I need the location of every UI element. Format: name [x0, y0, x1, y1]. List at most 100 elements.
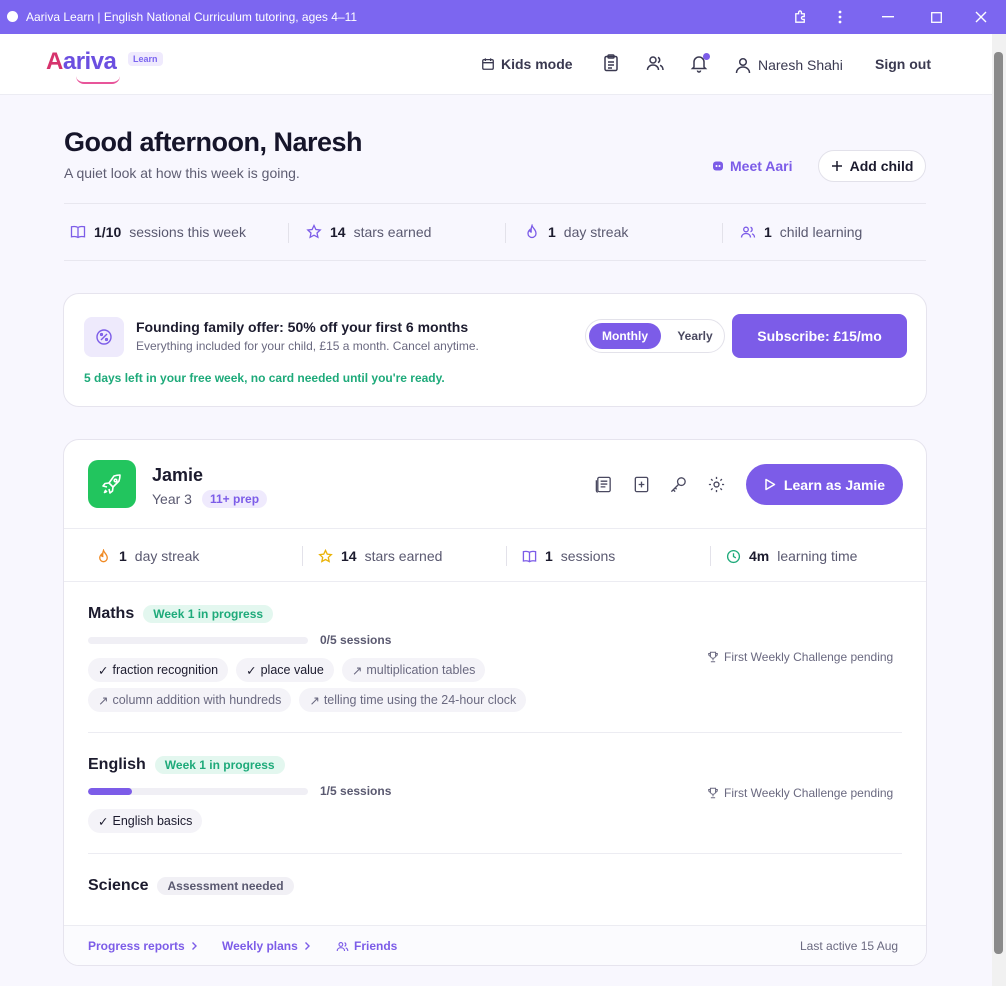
clock-icon [726, 549, 741, 563]
subscribe-button[interactable]: Subscribe: £15/mo [732, 314, 907, 358]
settings-gear-icon[interactable] [707, 475, 727, 495]
app-favicon-icon [7, 11, 18, 22]
english-progress-bar [88, 788, 308, 795]
window-title: Aariva Learn | English National Curricul… [26, 10, 358, 24]
subject-english-status: Week 1 in progress [154, 756, 285, 774]
child-card-footer: Progress reports Weekly plans Friends La… [64, 925, 926, 965]
english-topics-row: ✓ English basics [88, 809, 203, 833]
child-stat-stars-value: 14 [341, 548, 357, 564]
billing-period-toggle[interactable]: Monthly Yearly [585, 319, 725, 353]
topic-chip: ↗ telling time using the 24-hour clock [299, 688, 527, 712]
toggle-yearly[interactable]: Yearly [670, 323, 720, 349]
kids-mode-button[interactable]: Kids mode [481, 56, 573, 72]
report-icon[interactable] [594, 475, 614, 495]
stat-streak: 1 day streak [524, 224, 628, 240]
stat-divider [710, 546, 711, 566]
star-icon [306, 224, 322, 239]
stat-sessions-value: 1/10 [94, 224, 122, 240]
chevron-right-icon [304, 942, 310, 950]
friends-link[interactable]: Friends [336, 939, 397, 953]
user-profile-button[interactable]: Naresh Shahi [734, 56, 843, 74]
child-card: Jamie Year 3 11+ prep Learn as Jamie 1 d… [63, 439, 927, 966]
stat-divider [302, 546, 303, 566]
maths-topics-row-1: ✓ fraction recognition ✓ place value ↗ mult… [88, 658, 486, 682]
stat-children-label: child learning [779, 224, 863, 240]
child-name: Jamie [152, 465, 204, 485]
stat-streak-label: day streak [563, 224, 629, 240]
learn-as-child-label: Learn as Jamie [783, 476, 886, 493]
child-stat-sessions-label: sessions [560, 548, 616, 564]
more-options-icon[interactable] [830, 8, 850, 26]
founding-offer-card: Founding family offer: 50% off your firs… [63, 293, 927, 407]
stat-children: 1 child learning [740, 224, 862, 240]
maths-topics-row-2: ↗ column addition with hundreds ↗ telling … [88, 688, 527, 712]
learn-as-child-button[interactable]: Learn as Jamie [746, 464, 903, 505]
close-icon[interactable] [971, 8, 991, 26]
extensions-icon[interactable] [790, 8, 810, 26]
maximize-icon[interactable] [926, 8, 946, 26]
notifications-bell-icon[interactable] [689, 53, 710, 73]
child-track-badge: 11+ prep [202, 490, 268, 508]
child-stat-time-value: 4m [749, 548, 770, 564]
scrollbar-thumb[interactable] [994, 52, 1003, 954]
stat-stars-label: stars earned [353, 224, 432, 240]
topic-chip: ↗ column addition with hundreds [88, 688, 292, 712]
maths-progress-bar [88, 637, 308, 644]
family-users-icon[interactable] [645, 53, 665, 73]
maths-challenge-text: First Weekly Challenge pending [724, 650, 894, 664]
subject-maths-name: Maths [88, 605, 135, 622]
add-plan-icon[interactable] [632, 475, 652, 495]
weekly-plans-link[interactable]: Weekly plans [222, 939, 311, 953]
toggle-monthly[interactable]: Monthly [589, 323, 661, 349]
page-subtitle: A quiet look at how this week is going. [64, 165, 300, 181]
flame-icon [99, 548, 108, 562]
offer-title: Founding family offer: 50% off your firs… [136, 319, 469, 335]
flame-icon [527, 224, 537, 239]
logo-badge: Learn [128, 52, 163, 66]
stat-divider [288, 223, 289, 243]
english-progress-fill [88, 788, 132, 795]
book-icon [70, 225, 86, 239]
kids-mode-label: Kids mode [501, 56, 573, 72]
stat-divider [722, 223, 723, 243]
minimize-icon[interactable] [878, 8, 898, 26]
topic-chip: ↗ multiplication tables [341, 658, 486, 682]
add-child-button[interactable]: Add child [818, 150, 926, 182]
app-header: Aariva Learn Kids mode Naresh Shahi Sign… [0, 34, 992, 95]
english-challenge: First Weekly Challenge pending [707, 786, 893, 800]
subject-maths-status: Week 1 in progress [143, 605, 274, 623]
friends-users-icon [336, 941, 349, 951]
plus-icon [831, 161, 842, 171]
sign-out-button[interactable]: Sign out [875, 56, 931, 72]
meet-aari-label: Meet Aari [730, 158, 793, 174]
aari-bot-icon [713, 161, 723, 171]
child-stat-time-label: learning time [777, 548, 858, 564]
clipboard-icon[interactable] [601, 53, 621, 73]
user-name: Naresh Shahi [758, 57, 843, 73]
subject-science-status: Assessment needed [157, 877, 294, 895]
trophy-icon [708, 651, 718, 663]
key-icon[interactable] [669, 475, 689, 495]
maths-sessions: 0/5 sessions [320, 633, 392, 647]
stat-streak-value: 1 [548, 224, 556, 240]
subject-divider [88, 853, 902, 854]
meet-aari-button[interactable]: Meet Aari [712, 158, 793, 174]
topic-chip: ✓ fraction recognition [88, 658, 229, 682]
subject-maths-header: Maths Week 1 in progress [88, 605, 274, 623]
add-child-label: Add child [849, 158, 914, 174]
progress-reports-link[interactable]: Progress reports [88, 939, 198, 953]
brand-logo[interactable]: Aariva [46, 48, 117, 76]
subject-science-name: Science [88, 877, 149, 894]
stat-stars: 14 stars earned [306, 224, 431, 240]
child-stat-streak-value: 1 [119, 548, 127, 564]
window-titlebar: Aariva Learn | English National Curricul… [0, 0, 1006, 34]
child-stat-sessions-value: 1 [545, 548, 553, 564]
logo-smile-icon [76, 76, 120, 84]
topic-chip: ✓ place value [236, 658, 334, 682]
stat-sessions: 1/10 sessions this week [70, 224, 246, 240]
user-icon [735, 57, 751, 74]
english-sessions: 1/5 sessions [320, 784, 392, 798]
english-challenge-text: First Weekly Challenge pending [724, 786, 894, 800]
stat-divider [506, 546, 507, 566]
rocket-icon [88, 460, 136, 508]
